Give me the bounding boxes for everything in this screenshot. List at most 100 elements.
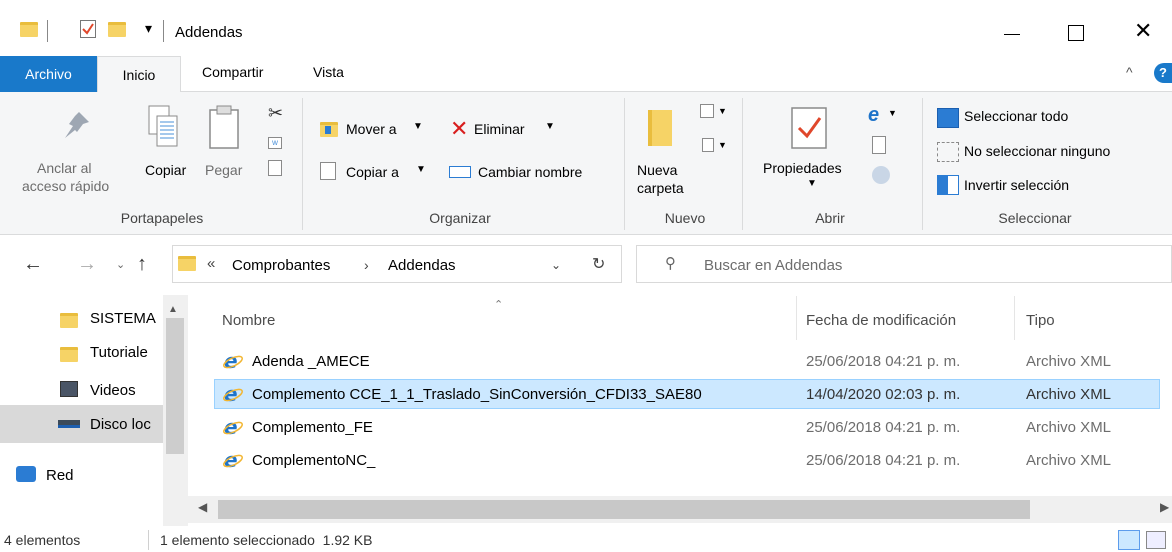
folder-icon bbox=[178, 256, 196, 271]
edit-icon[interactable] bbox=[872, 136, 886, 154]
select-all-icon bbox=[937, 108, 959, 128]
file-type: Archivo XML bbox=[1026, 452, 1112, 469]
pin-icon[interactable] bbox=[55, 108, 95, 145]
details-view-icon[interactable] bbox=[1118, 530, 1140, 550]
folder-icon bbox=[60, 347, 78, 362]
customize-quick-access-icon[interactable]: ▾ bbox=[145, 20, 152, 37]
pegar-button[interactable]: Pegar bbox=[205, 162, 242, 178]
open-ie-icon[interactable]: e bbox=[868, 104, 879, 127]
eliminar-button[interactable]: Eliminar bbox=[474, 121, 525, 137]
easy-access-icon[interactable] bbox=[702, 138, 714, 152]
scroll-left-icon[interactable]: ◀ bbox=[198, 500, 207, 514]
breadcrumb-separator[interactable]: › bbox=[364, 257, 369, 273]
chevron-down-icon: ▼ bbox=[413, 121, 423, 132]
status-count: 4 elementos bbox=[4, 532, 81, 548]
rename-icon bbox=[449, 166, 471, 178]
file-name[interactable]: Complemento_FE bbox=[252, 419, 373, 436]
forward-arrow-icon[interactable]: → bbox=[77, 253, 97, 276]
propiedades-button[interactable]: Propiedades bbox=[763, 160, 842, 176]
column-fecha[interactable]: Fecha de modificación bbox=[806, 312, 956, 329]
new-folder-quick-icon[interactable] bbox=[108, 22, 126, 37]
properties-quick-icon[interactable] bbox=[80, 20, 96, 38]
back-arrow-icon[interactable]: ← bbox=[23, 253, 43, 276]
minimize-button[interactable] bbox=[1004, 34, 1020, 35]
arrow-icon bbox=[325, 126, 335, 134]
anclar-label-2[interactable]: acceso rápido bbox=[22, 178, 109, 194]
ribbon-tabs: Archivo Inicio Compartir Vista ^ ? bbox=[0, 56, 1172, 93]
recent-locations-icon[interactable]: ⌄ bbox=[116, 258, 125, 271]
column-divider[interactable] bbox=[796, 296, 797, 340]
nav-item-disco-local[interactable]: Disco loc bbox=[90, 416, 162, 433]
breadcrumb-comprobantes[interactable]: Comprobantes bbox=[232, 257, 330, 274]
title-bar: ▾ Addendas ✕ bbox=[0, 0, 1172, 56]
nav-item-videos[interactable]: Videos bbox=[90, 382, 136, 399]
refresh-icon[interactable]: ↻ bbox=[592, 254, 605, 274]
select-none-icon bbox=[937, 142, 959, 162]
tab-archivo[interactable]: Archivo bbox=[0, 56, 97, 92]
nueva-label-1[interactable]: Nueva bbox=[637, 162, 677, 178]
new-folder-icon[interactable] bbox=[648, 110, 672, 146]
file-name[interactable]: Adenda _AMECE bbox=[252, 353, 370, 370]
file-date: 14/04/2020 02:03 p. m. bbox=[806, 386, 961, 403]
xml-file-icon: e bbox=[222, 382, 244, 406]
column-divider[interactable] bbox=[1014, 296, 1015, 340]
xml-file-icon: e bbox=[222, 415, 244, 439]
drive-icon bbox=[58, 420, 80, 428]
help-icon[interactable]: ? bbox=[1154, 63, 1172, 83]
nav-scroll-thumb[interactable] bbox=[166, 318, 184, 454]
copy-path-icon[interactable]: w bbox=[268, 137, 282, 149]
file-name[interactable]: ComplementoNC_ bbox=[252, 452, 375, 469]
group-seleccionar: Seleccionar bbox=[998, 210, 1072, 226]
new-item-icon[interactable] bbox=[700, 104, 714, 118]
xml-file-icon: e bbox=[222, 448, 244, 472]
chevron-down-icon: ▼ bbox=[416, 164, 426, 175]
scroll-right-icon[interactable]: ▶ bbox=[1160, 500, 1169, 514]
group-abrir: Abrir bbox=[815, 210, 845, 226]
paste-shortcut-icon[interactable] bbox=[268, 160, 282, 176]
copiar-a-button[interactable]: Copiar a bbox=[346, 164, 399, 180]
nav-item-sistema[interactable]: SISTEMA bbox=[90, 310, 162, 327]
cambiar-nombre-button[interactable]: Cambiar nombre bbox=[478, 164, 582, 180]
file-type: Archivo XML bbox=[1026, 386, 1112, 403]
divider bbox=[922, 98, 923, 230]
properties-icon[interactable] bbox=[790, 106, 830, 155]
chevron-down-icon: ▼ bbox=[718, 140, 727, 150]
address-dropdown-icon[interactable]: ⌄ bbox=[551, 258, 561, 272]
overflow-chevron[interactable]: « bbox=[207, 255, 215, 272]
folder-icon bbox=[60, 313, 78, 328]
nav-item-red[interactable]: Red bbox=[46, 467, 74, 484]
videos-icon bbox=[60, 381, 78, 397]
mover-a-button[interactable]: Mover a bbox=[346, 121, 397, 137]
tab-inicio[interactable]: Inicio bbox=[97, 56, 181, 93]
cut-icon[interactable]: ✂ bbox=[268, 103, 283, 124]
large-icons-view-icon[interactable] bbox=[1146, 531, 1166, 549]
history-icon[interactable] bbox=[872, 166, 890, 184]
paste-icon[interactable] bbox=[206, 104, 242, 155]
seleccionar-todo-button[interactable]: Seleccionar todo bbox=[964, 108, 1068, 124]
file-date: 25/06/2018 04:21 p. m. bbox=[806, 353, 961, 370]
search-input[interactable]: Buscar en Addendas bbox=[704, 257, 842, 274]
anclar-label-1[interactable]: Anclar al bbox=[37, 160, 91, 176]
nueva-label-2[interactable]: carpeta bbox=[637, 180, 684, 196]
column-tipo[interactable]: Tipo bbox=[1026, 312, 1055, 329]
breadcrumb-addendas[interactable]: Addendas bbox=[388, 257, 456, 274]
column-nombre[interactable]: Nombre bbox=[222, 312, 275, 329]
divider bbox=[742, 98, 743, 230]
close-button[interactable]: ✕ bbox=[1134, 18, 1152, 44]
copy-icon[interactable] bbox=[145, 104, 181, 153]
copiar-button[interactable]: Copiar bbox=[145, 162, 186, 178]
chevron-down-icon: ▼ bbox=[807, 178, 817, 189]
tab-compartir[interactable]: Compartir bbox=[202, 64, 263, 80]
tab-vista[interactable]: Vista bbox=[313, 64, 344, 80]
scroll-up-icon[interactable]: ▲ bbox=[168, 304, 178, 315]
up-arrow-icon[interactable]: ↑ bbox=[137, 253, 147, 276]
group-portapapeles: Portapapeles bbox=[120, 210, 204, 226]
file-name[interactable]: Complemento CCE_1_1_Traslado_SinConversi… bbox=[252, 386, 702, 403]
content-scroll-thumb[interactable] bbox=[218, 500, 1030, 519]
invertir-seleccion-button[interactable]: Invertir selección bbox=[964, 177, 1069, 193]
no-seleccionar-button[interactable]: No seleccionar ninguno bbox=[964, 143, 1110, 159]
maximize-button[interactable] bbox=[1068, 25, 1084, 41]
collapse-ribbon-icon[interactable]: ^ bbox=[1126, 64, 1133, 80]
nav-item-tutoriales[interactable]: Tutoriale bbox=[90, 344, 162, 361]
file-date: 25/06/2018 04:21 p. m. bbox=[806, 419, 961, 436]
